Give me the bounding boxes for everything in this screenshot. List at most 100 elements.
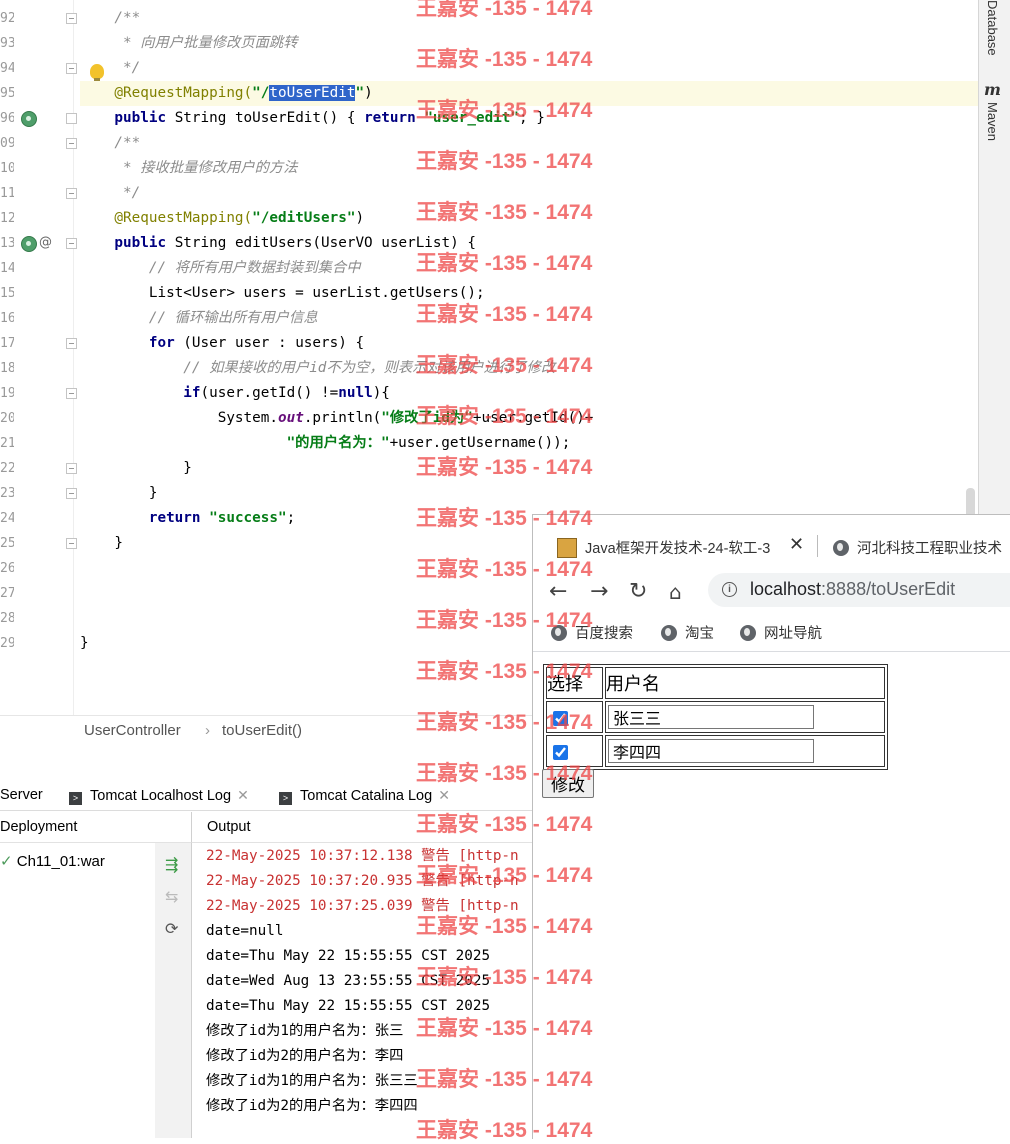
line-number: 19 [0,386,14,401]
console-output[interactable]: 22-May-2025 10:37:12.138 警告 [http-n 22-Ma… [206,844,536,1119]
code-line[interactable]: List<User> users = userList.getUsers(); [80,281,978,306]
spring-bean-icon[interactable] [21,111,37,127]
database-tool-tab[interactable]: Database [985,0,1000,56]
line-number: 23 [0,486,14,501]
code-line[interactable]: * 接收批量修改用户的方法 [80,156,978,181]
row-checkbox[interactable] [553,745,568,761]
code-line[interactable]: /** [80,131,978,156]
line-number: 20 [0,411,14,426]
breadcrumb-class[interactable]: UserController [84,722,181,739]
forward-icon[interactable]: → [590,579,608,604]
bookmark-label: 淘宝 [685,626,714,642]
table-row [546,735,885,767]
fold-icon[interactable] [66,188,77,199]
fold-icon[interactable] [66,238,77,249]
close-icon[interactable]: ✕ [438,787,450,803]
code-line[interactable]: @RequestMapping("/editUsers") [80,206,978,231]
fold-icon[interactable] [66,488,77,499]
user-edit-table: 选择 用户名 [543,664,888,770]
bookmark-hao-nav[interactable]: 网址导航 [740,622,822,643]
submit-button[interactable]: 修改 [542,769,594,798]
code-token: List<User> users = userList.getUsers(); [80,285,485,301]
browser-tab-active[interactable]: Java框架开发技术-24-软工-3 [557,537,783,558]
username-input[interactable] [608,739,814,763]
console-line: date=Wed Aug 13 23:55:55 CST 2025 [206,973,491,989]
code-line[interactable]: // 循环输出所有用户信息 [80,306,978,331]
home-icon[interactable]: ⌂ [669,580,682,604]
output-header-label: Output [207,819,251,835]
address-bar[interactable]: i localhost:8888/toUserEdit [708,573,1010,607]
tab-tomcat-catalina-log[interactable]: > Tomcat Catalina Log ✕ [279,787,450,805]
url-path: :8888/toUserEdit [821,579,956,599]
fold-icon[interactable] [66,113,77,124]
code-line[interactable]: /** [80,6,978,31]
fold-icon[interactable] [66,138,77,149]
code-token: ; [286,510,296,526]
fold-icon[interactable] [66,463,77,474]
fold-icon[interactable] [66,63,77,74]
fold-icon[interactable] [66,338,77,349]
code-token: ) [355,210,365,226]
bookmark-label: 网址导航 [764,626,822,642]
maven-icon[interactable]: m [984,80,1001,99]
code-line[interactable]: // 将所有用户数据封装到集合中 [80,256,978,281]
username-input[interactable] [608,705,814,729]
code-token: +user.getId()+ [472,410,594,426]
line-number: 93 [0,36,14,51]
code-line[interactable]: System.out.println("修改了id为"+user.getId()… [80,406,978,431]
url-host: localhost [750,579,822,599]
code-line[interactable]: */ [80,181,978,206]
fold-icon[interactable] [66,388,77,399]
code-line[interactable]: } [80,481,978,506]
code-token: @RequestMapping( [80,85,253,101]
code-line[interactable]: @RequestMapping("/toUserEdit") [80,81,978,106]
code-line[interactable]: "的用户名为："+user.getUsername()); [80,431,978,456]
info-icon[interactable]: i [722,582,737,597]
console-line: date=null [206,923,284,939]
spring-bean-icon[interactable] [21,236,37,252]
table-header-row: 选择 用户名 [546,667,885,699]
request-mapping-icon[interactable]: @ [39,235,52,250]
code-line[interactable]: */ [80,56,978,81]
code-token: String toUserEdit() { [174,110,365,126]
code-token: public [80,235,175,251]
browser-window: Java框架开发技术-24-软工-3 ✕ 河北科技工程职业技术 ← → ↻ ⌂ … [532,514,1010,1139]
close-icon[interactable]: ✕ [237,787,249,803]
fold-icon[interactable] [66,538,77,549]
table-row [546,701,885,733]
tab-tomcat-localhost-log[interactable]: > Tomcat Localhost Log ✕ [69,787,249,805]
bookmark-baidu[interactable]: 百度搜索 [551,622,633,643]
line-number: 13 [0,236,14,251]
deploy-icon[interactable]: ⇶ [165,855,178,874]
code-line[interactable]: public String toUserEdit() { return "use… [80,106,978,131]
line-number: 12 [0,211,14,226]
code-line[interactable]: public String editUsers(UserVO userList)… [80,231,978,256]
line-number: 16 [0,311,14,326]
code-line[interactable]: if(user.getId() !=null){ [80,381,978,406]
refresh-icon[interactable]: ⟳ [165,919,178,938]
fold-icon[interactable] [66,13,77,24]
breadcrumb-method[interactable]: toUserEdit() [222,722,302,739]
code-line[interactable]: * 向用户批量修改页面跳转 [80,31,978,56]
code-line[interactable]: for (User user : users) { [80,331,978,356]
close-icon[interactable]: ✕ [789,534,804,555]
row-checkbox[interactable] [553,711,568,727]
maven-tool-tab[interactable]: Maven [985,102,1000,141]
code-line[interactable]: // 如果接收的用户id不为空，则表示对该用户进行了修改 [80,356,978,381]
breadcrumb-separator: › [205,722,210,739]
deployment-item-label: Ch11_01:war [16,853,105,870]
back-icon[interactable]: ← [549,579,567,604]
undeploy-icon[interactable]: ⇆ [165,887,178,906]
deployment-header: Deployment [0,812,192,843]
code-token: // 如果接收的用户id不为空，则表示对该用户进行了修改 [80,360,556,376]
browser-tab[interactable]: 河北科技工程职业技术 [833,537,1002,558]
deployment-item[interactable]: ✓ Ch11_01:war [0,852,105,870]
console-line: 修改了id为1的用户名为：张三 [206,1023,404,1039]
tab-server[interactable]: Server [0,787,43,803]
globe-icon [551,625,567,641]
bookmark-taobao[interactable]: 淘宝 [661,622,714,643]
line-number: 11 [0,186,14,201]
code-token: public [80,110,175,126]
code-line[interactable]: } [80,456,978,481]
reload-icon[interactable]: ↻ [629,579,647,604]
